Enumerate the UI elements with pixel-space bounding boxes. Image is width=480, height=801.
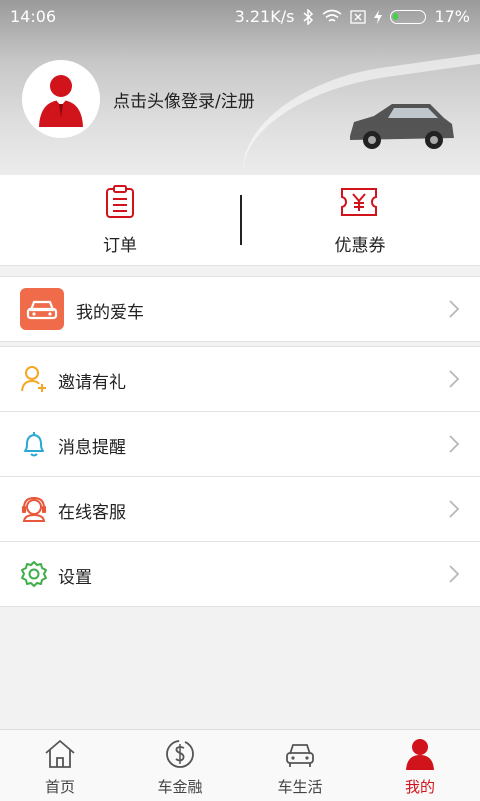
profile-header: 14:06 3.21K/s 17% 点击头像登录/注册 (0, 0, 480, 175)
home-icon (45, 739, 75, 768)
chevron-right-icon (449, 500, 460, 518)
tab-car-life[interactable]: 车生活 (240, 730, 360, 801)
menu-item-my-car[interactable]: 我的爱车 (0, 277, 480, 341)
tab-label: 车金融 (157, 778, 203, 796)
user-avatar-icon (39, 75, 83, 127)
tab-mine[interactable]: 我的 (360, 730, 480, 801)
menu-item-settings[interactable]: 设置 (0, 542, 480, 606)
status-right: 3.21K/s 17% (235, 7, 470, 26)
header-background-car (350, 104, 454, 149)
battery-level (393, 12, 399, 20)
tab-car-finance[interactable]: 车金融 (120, 730, 240, 801)
bluetooth-icon (303, 8, 314, 25)
menu-item-notifications[interactable]: 消息提醒 (0, 412, 480, 477)
invite-user-icon (21, 366, 46, 392)
gear-icon (21, 561, 47, 587)
wifi-icon (322, 9, 342, 22)
tab-label: 我的 (404, 778, 435, 796)
no-sim-icon (350, 9, 367, 24)
chevron-right-icon (449, 370, 460, 388)
menu-group: 邀请有礼 消息提醒 在线客服 设置 (0, 346, 480, 607)
orders-button[interactable]: 订单 (0, 175, 240, 265)
clipboard-icon (106, 185, 134, 218)
avatar[interactable] (22, 60, 100, 138)
coupon-icon (341, 188, 377, 216)
chevron-right-icon (449, 300, 460, 318)
orders-label: 订单 (103, 236, 137, 256)
finance-icon (166, 740, 194, 768)
status-time: 14:06 (10, 7, 57, 26)
my-car-group: 我的爱车 (0, 276, 480, 342)
tab-home[interactable]: 首页 (0, 730, 120, 801)
car-life-icon (286, 744, 314, 767)
chevron-right-icon (449, 565, 460, 583)
chevron-right-icon (449, 435, 460, 453)
menu-item-label: 消息提醒 (58, 438, 126, 458)
coupons-label: 优惠券 (334, 236, 386, 256)
quick-actions: 订单 优惠券 (0, 175, 480, 266)
menu-item-invite[interactable]: 邀请有礼 (0, 347, 480, 412)
menu-item-label: 我的爱车 (76, 303, 144, 323)
car-icon (20, 288, 64, 330)
tab-label: 首页 (44, 778, 75, 796)
charging-icon (374, 9, 383, 24)
menu-item-label: 邀请有礼 (58, 373, 126, 393)
menu-item-label: 在线客服 (58, 503, 126, 523)
battery-icon (390, 9, 427, 24)
menu-item-label: 设置 (58, 568, 92, 588)
bell-icon (24, 432, 44, 457)
status-bar: 14:06 3.21K/s 17% (0, 0, 480, 32)
network-speed: 3.21K/s (234, 7, 295, 26)
customer-service-icon (22, 496, 46, 522)
battery-percent: 17% (434, 7, 470, 26)
bottom-tab-bar: 首页 车金融 车生活 我的 (0, 729, 480, 801)
login-register-link[interactable]: 点击头像登录/注册 (113, 87, 255, 112)
menu-item-customer-service[interactable]: 在线客服 (0, 477, 480, 542)
tab-label: 车生活 (277, 778, 323, 796)
user-icon (406, 739, 434, 770)
coupons-button[interactable]: 优惠券 (240, 175, 480, 265)
